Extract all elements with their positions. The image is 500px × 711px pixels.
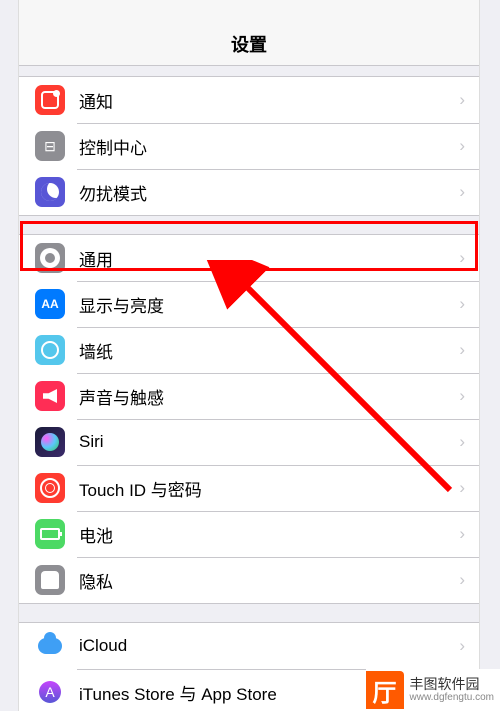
chevron-right-icon: › (459, 386, 479, 406)
chevron-right-icon: › (459, 478, 479, 498)
row-label: 电池 (79, 522, 459, 547)
fingerprint-icon (35, 473, 65, 503)
row-siri[interactable]: Siri › (19, 419, 479, 465)
control-center-icon: ⊟ (35, 131, 65, 161)
chevron-right-icon: › (459, 90, 479, 110)
battery-icon (35, 519, 65, 549)
chevron-right-icon: › (459, 248, 479, 268)
row-label: Siri (79, 432, 459, 452)
row-label: 控制中心 (79, 134, 459, 159)
chevron-right-icon: › (459, 570, 479, 590)
row-sounds[interactable]: 声音与触感 › (19, 373, 479, 419)
siri-icon (35, 427, 65, 457)
hand-icon (35, 565, 65, 595)
display-icon: AA (35, 289, 65, 319)
row-label: 显示与亮度 (79, 292, 459, 317)
wallpaper-icon (35, 335, 65, 365)
row-label: Touch ID 与密码 (79, 476, 459, 501)
watermark-brand: 丰图软件园 (410, 676, 495, 693)
row-label: 隐私 (79, 568, 459, 593)
status-bar (19, 0, 479, 22)
row-label: 墙纸 (79, 338, 459, 363)
chevron-right-icon: › (459, 432, 479, 452)
row-label: iCloud (79, 636, 459, 656)
row-control-center[interactable]: ⊟ 控制中心 › (19, 123, 479, 169)
chevron-right-icon: › (459, 636, 479, 656)
chevron-right-icon: › (459, 182, 479, 202)
group-general: 通用 › AA 显示与亮度 › 墙纸 › 声音与触感 › Siri › (19, 234, 479, 604)
cloud-icon (35, 631, 65, 661)
watermark-url: www.dgfengtu.com (410, 692, 495, 704)
chevron-right-icon: › (459, 340, 479, 360)
appstore-icon: A (35, 677, 65, 707)
row-privacy[interactable]: 隐私 › (19, 557, 479, 603)
row-battery[interactable]: 电池 › (19, 511, 479, 557)
row-label: 通知 (79, 88, 459, 113)
chevron-right-icon: › (459, 136, 479, 156)
group-notifications: 通知 › ⊟ 控制中心 › 勿扰模式 › (19, 76, 479, 216)
row-label: 声音与触感 (79, 384, 459, 409)
moon-icon (35, 177, 65, 207)
settings-list[interactable]: 通知 › ⊟ 控制中心 › 勿扰模式 › 通用 › AA 显示与亮度 (19, 66, 479, 711)
row-general[interactable]: 通用 › (19, 235, 479, 281)
row-wallpaper[interactable]: 墙纸 › (19, 327, 479, 373)
device-frame: 设置 通知 › ⊟ 控制中心 › 勿扰模式 › 通用 › (18, 0, 480, 711)
chevron-right-icon: › (459, 524, 479, 544)
row-do-not-disturb[interactable]: 勿扰模式 › (19, 169, 479, 215)
watermark-logo-icon: 厅 (366, 671, 404, 709)
chevron-right-icon: › (459, 294, 479, 314)
notifications-icon (35, 85, 65, 115)
row-notifications[interactable]: 通知 › (19, 77, 479, 123)
speaker-icon (35, 381, 65, 411)
row-touch-id[interactable]: Touch ID 与密码 › (19, 465, 479, 511)
watermark: 厅 丰图软件园 www.dgfengtu.com (366, 669, 500, 711)
row-label: 通用 (79, 246, 459, 271)
row-display-brightness[interactable]: AA 显示与亮度 › (19, 281, 479, 327)
row-icloud[interactable]: iCloud › (19, 623, 479, 669)
page-title: 设置 (231, 31, 267, 57)
gear-icon (35, 243, 65, 273)
nav-bar: 设置 (19, 22, 479, 66)
row-label: 勿扰模式 (79, 180, 459, 205)
